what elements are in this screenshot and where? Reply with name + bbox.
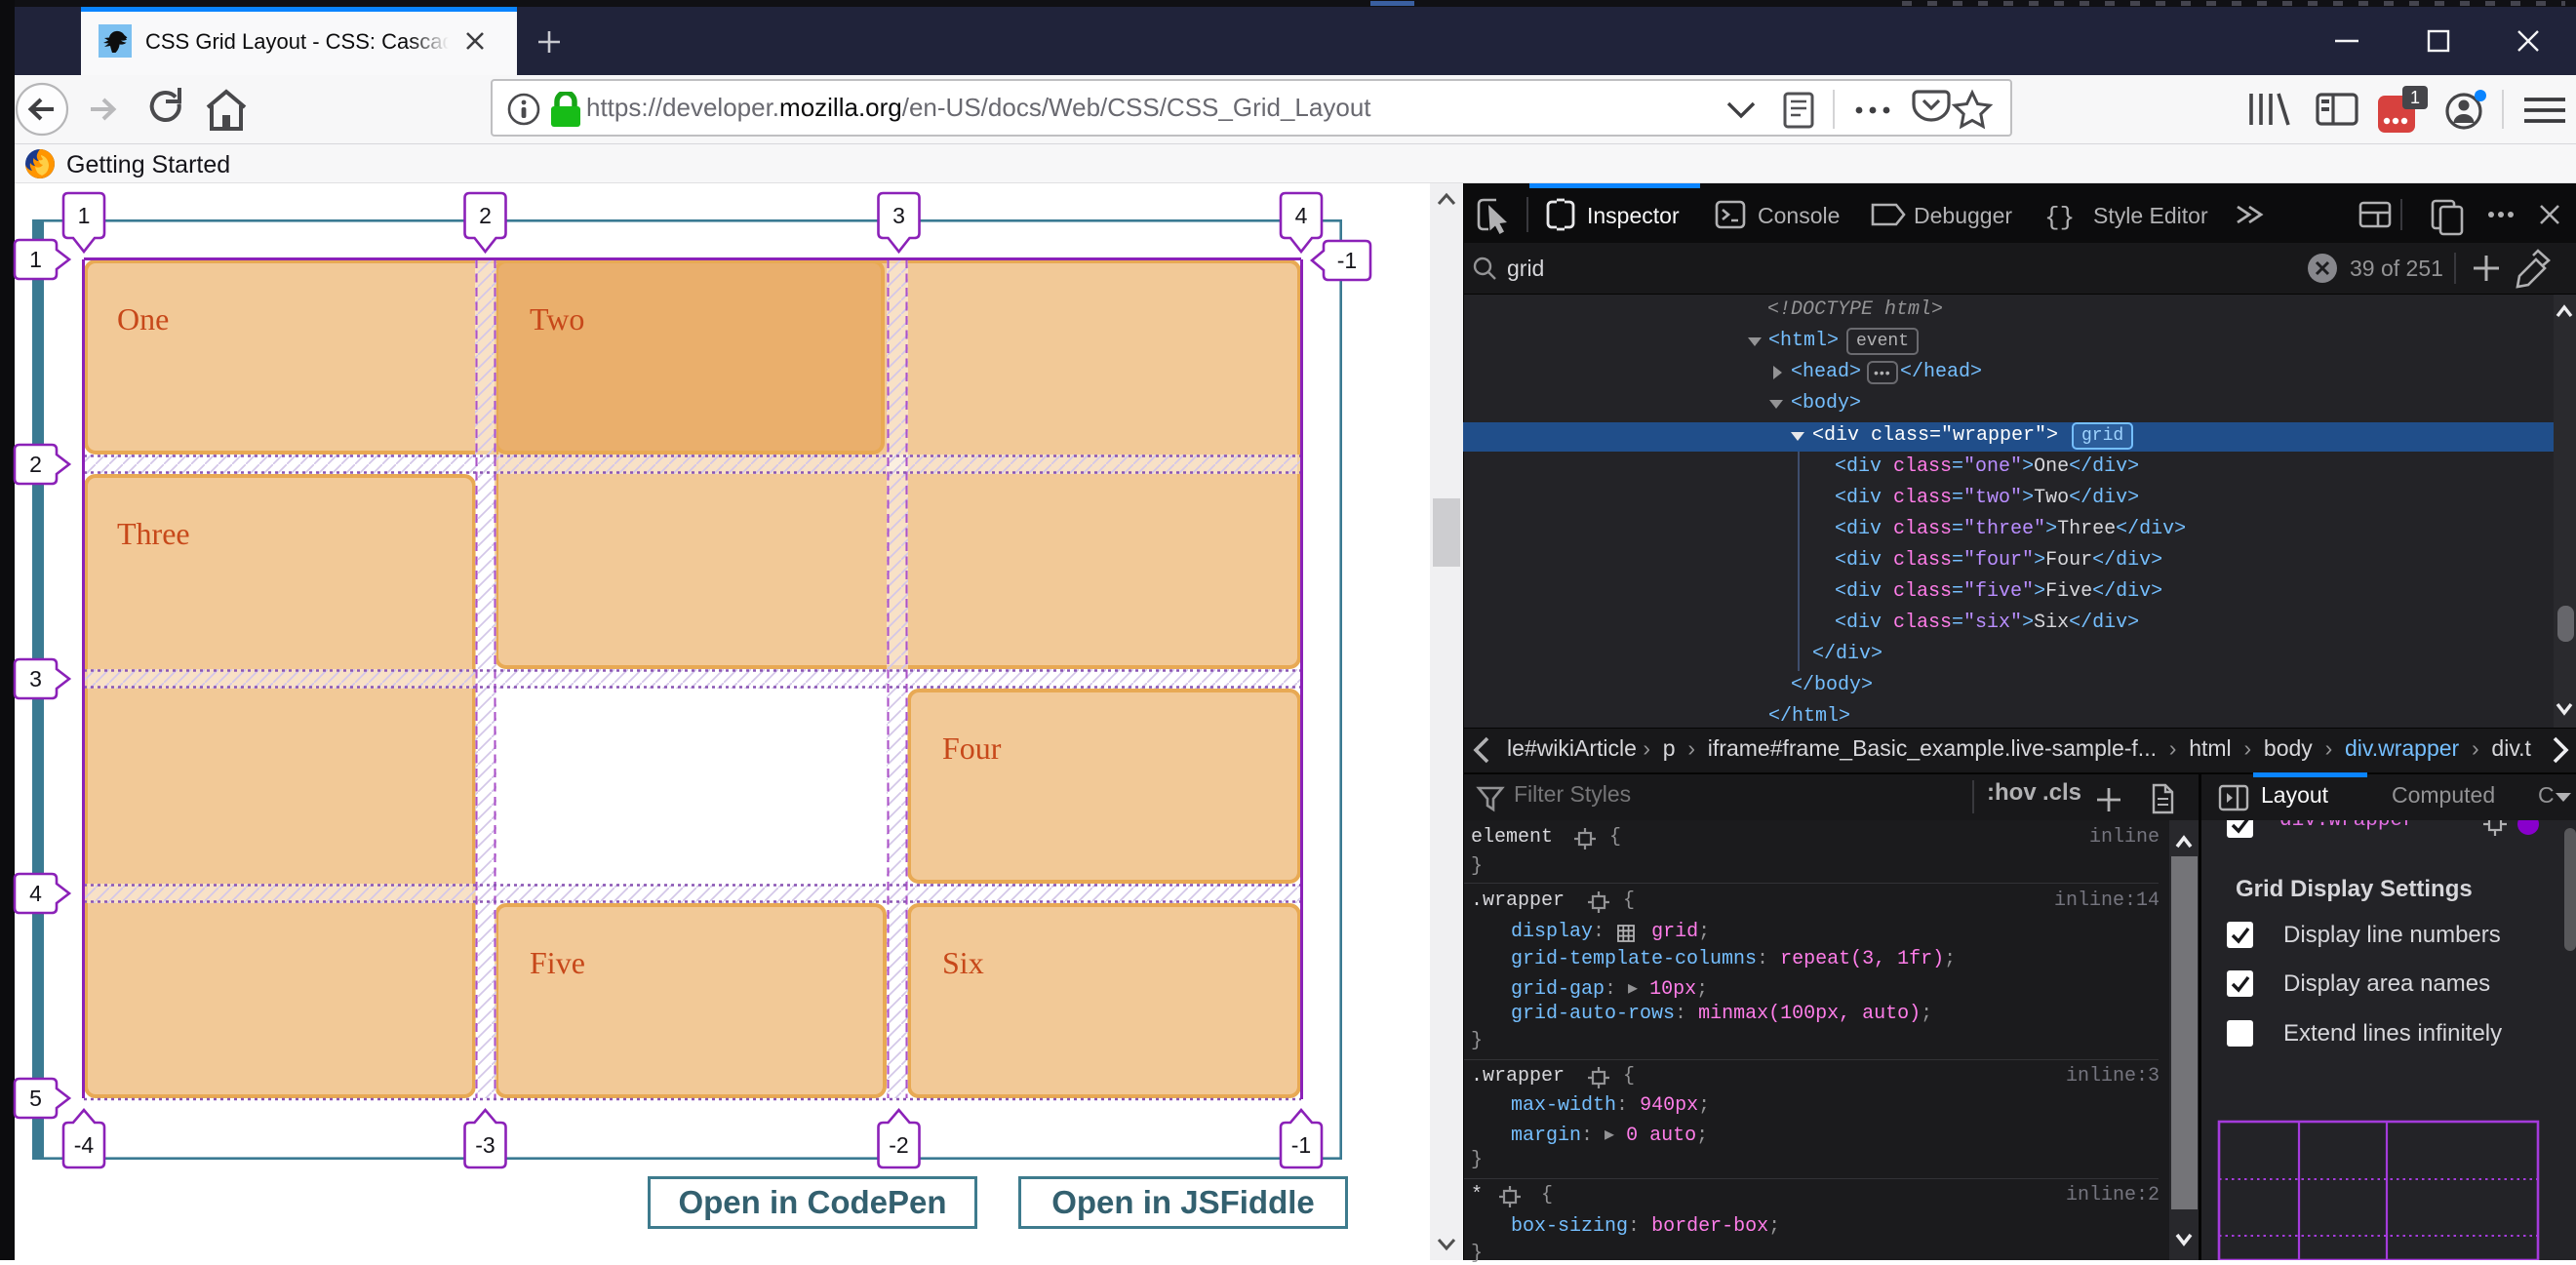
svg-text:4: 4 [29,881,42,906]
svg-text:One: One [117,301,169,336]
svg-text:-2: -2 [889,1132,908,1158]
svg-text:-1: -1 [1337,248,1357,273]
svg-text:2: 2 [479,203,492,228]
svg-text:1: 1 [78,203,91,228]
svg-text:Six: Six [942,945,984,980]
svg-text:4: 4 [1295,203,1308,228]
svg-text:5: 5 [29,1086,42,1111]
svg-text:-3: -3 [475,1132,495,1158]
svg-text:3: 3 [29,666,42,692]
svg-text:Three: Three [117,516,190,551]
svg-text:Two: Two [530,301,584,336]
svg-text:1: 1 [29,247,42,272]
svg-text:-4: -4 [74,1132,95,1158]
svg-text:3: 3 [892,203,905,228]
svg-text:Five: Five [530,945,585,980]
svg-text:Four: Four [942,731,1002,766]
svg-text:-1: -1 [1291,1132,1311,1158]
svg-text:2: 2 [29,452,42,477]
